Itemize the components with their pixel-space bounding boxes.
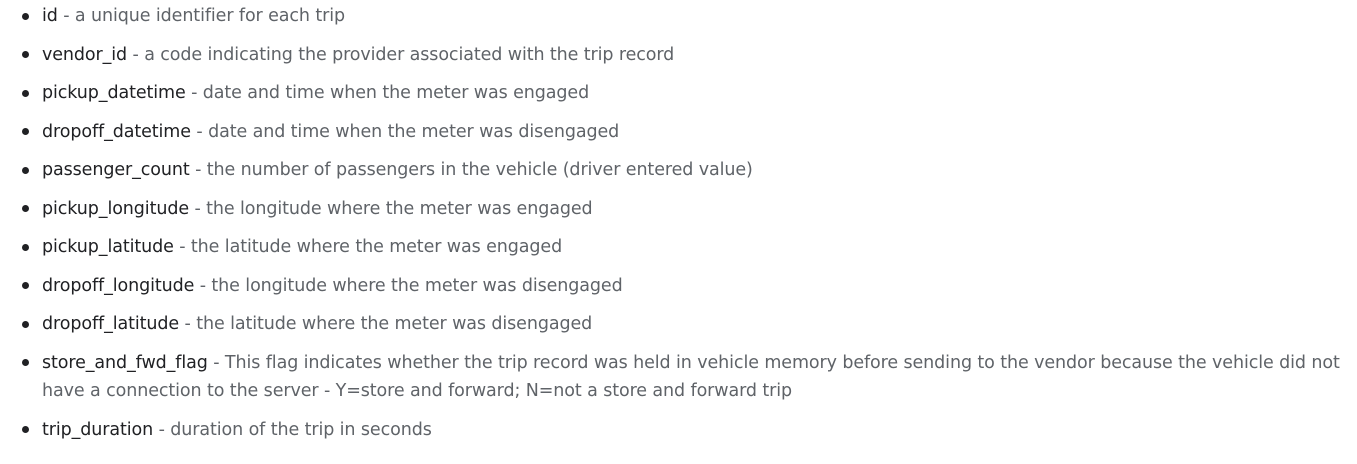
field-name: store_and_fwd_flag — [42, 352, 208, 373]
field-name: pickup_latitude — [42, 237, 174, 257]
field-separator: - — [185, 83, 203, 103]
bullet-icon — [22, 282, 29, 289]
list-item: store_and_fwd_flag - This flag indicates… — [22, 349, 1342, 406]
field-name: dropoff_longitude — [42, 275, 195, 296]
bullet-icon — [22, 12, 29, 20]
field-separator: - — [190, 121, 209, 142]
list-item: trip_duration - duration of the trip in … — [22, 416, 1342, 445]
list-item: vendor_id - a code indicating the provid… — [22, 41, 1342, 70]
field-description: the longitude where the meter was engage… — [206, 198, 593, 219]
bullet-icon — [22, 166, 29, 174]
field-description: a code indicating the provider associate… — [144, 44, 675, 65]
list-item: pickup_longitude - the longitude where t… — [22, 195, 1342, 224]
field-separator: - — [189, 160, 207, 180]
bullet-icon — [22, 205, 29, 212]
bullet-icon — [22, 51, 29, 58]
field-name: pickup_datetime — [42, 83, 186, 103]
field-separator: - — [194, 275, 212, 296]
bullet-icon — [22, 128, 29, 135]
field-separator: - — [189, 198, 207, 219]
list-item: dropoff_latitude - the latitude where th… — [22, 310, 1342, 339]
field-separator: - — [179, 314, 197, 334]
bullet-icon — [22, 89, 29, 97]
field-description: date and time when the meter was engaged — [202, 83, 590, 103]
bullet-icon — [22, 359, 29, 366]
list-item: dropoff_longitude - the longitude where … — [22, 272, 1342, 301]
field-description: the longitude where the meter was diseng… — [211, 275, 623, 296]
field-description-list: id - a unique identifier for each trip v… — [22, 2, 1342, 454]
list-item: id - a unique identifier for each trip — [22, 2, 1342, 31]
field-description: the latitude where the meter was disenga… — [196, 314, 593, 334]
list-item: dropoff_datetime - date and time when th… — [22, 118, 1342, 147]
field-separator: - — [153, 419, 171, 440]
field-separator: - — [127, 44, 145, 65]
list-item: passenger_count - the number of passenge… — [22, 156, 1342, 185]
field-description: the latitude where the meter was engaged — [190, 237, 563, 257]
field-name: id — [42, 6, 58, 26]
bullet-icon — [22, 426, 29, 433]
field-separator: - — [57, 6, 75, 26]
field-description: a unique identifier for each trip — [74, 6, 345, 26]
bullet-icon — [22, 243, 29, 251]
field-name: dropoff_datetime — [42, 121, 191, 142]
list-item: pickup_latitude - the latitude where the… — [22, 233, 1342, 262]
field-description: date and time when the meter was disenga… — [208, 121, 620, 142]
field-description: This flag indicates whether the trip rec… — [42, 352, 1340, 402]
list-item: pickup_datetime - date and time when the… — [22, 79, 1342, 108]
field-description: the number of passengers in the vehicle … — [206, 160, 753, 180]
field-name: pickup_longitude — [42, 198, 189, 219]
field-separator: - — [173, 237, 191, 257]
bullet-icon — [22, 320, 29, 328]
field-name: trip_duration — [42, 419, 154, 440]
field-name: passenger_count — [42, 160, 190, 180]
field-description: duration of the trip in seconds — [170, 419, 432, 440]
field-separator: - — [207, 352, 225, 373]
field-name: dropoff_latitude — [42, 314, 180, 334]
field-name: vendor_id — [42, 44, 128, 65]
